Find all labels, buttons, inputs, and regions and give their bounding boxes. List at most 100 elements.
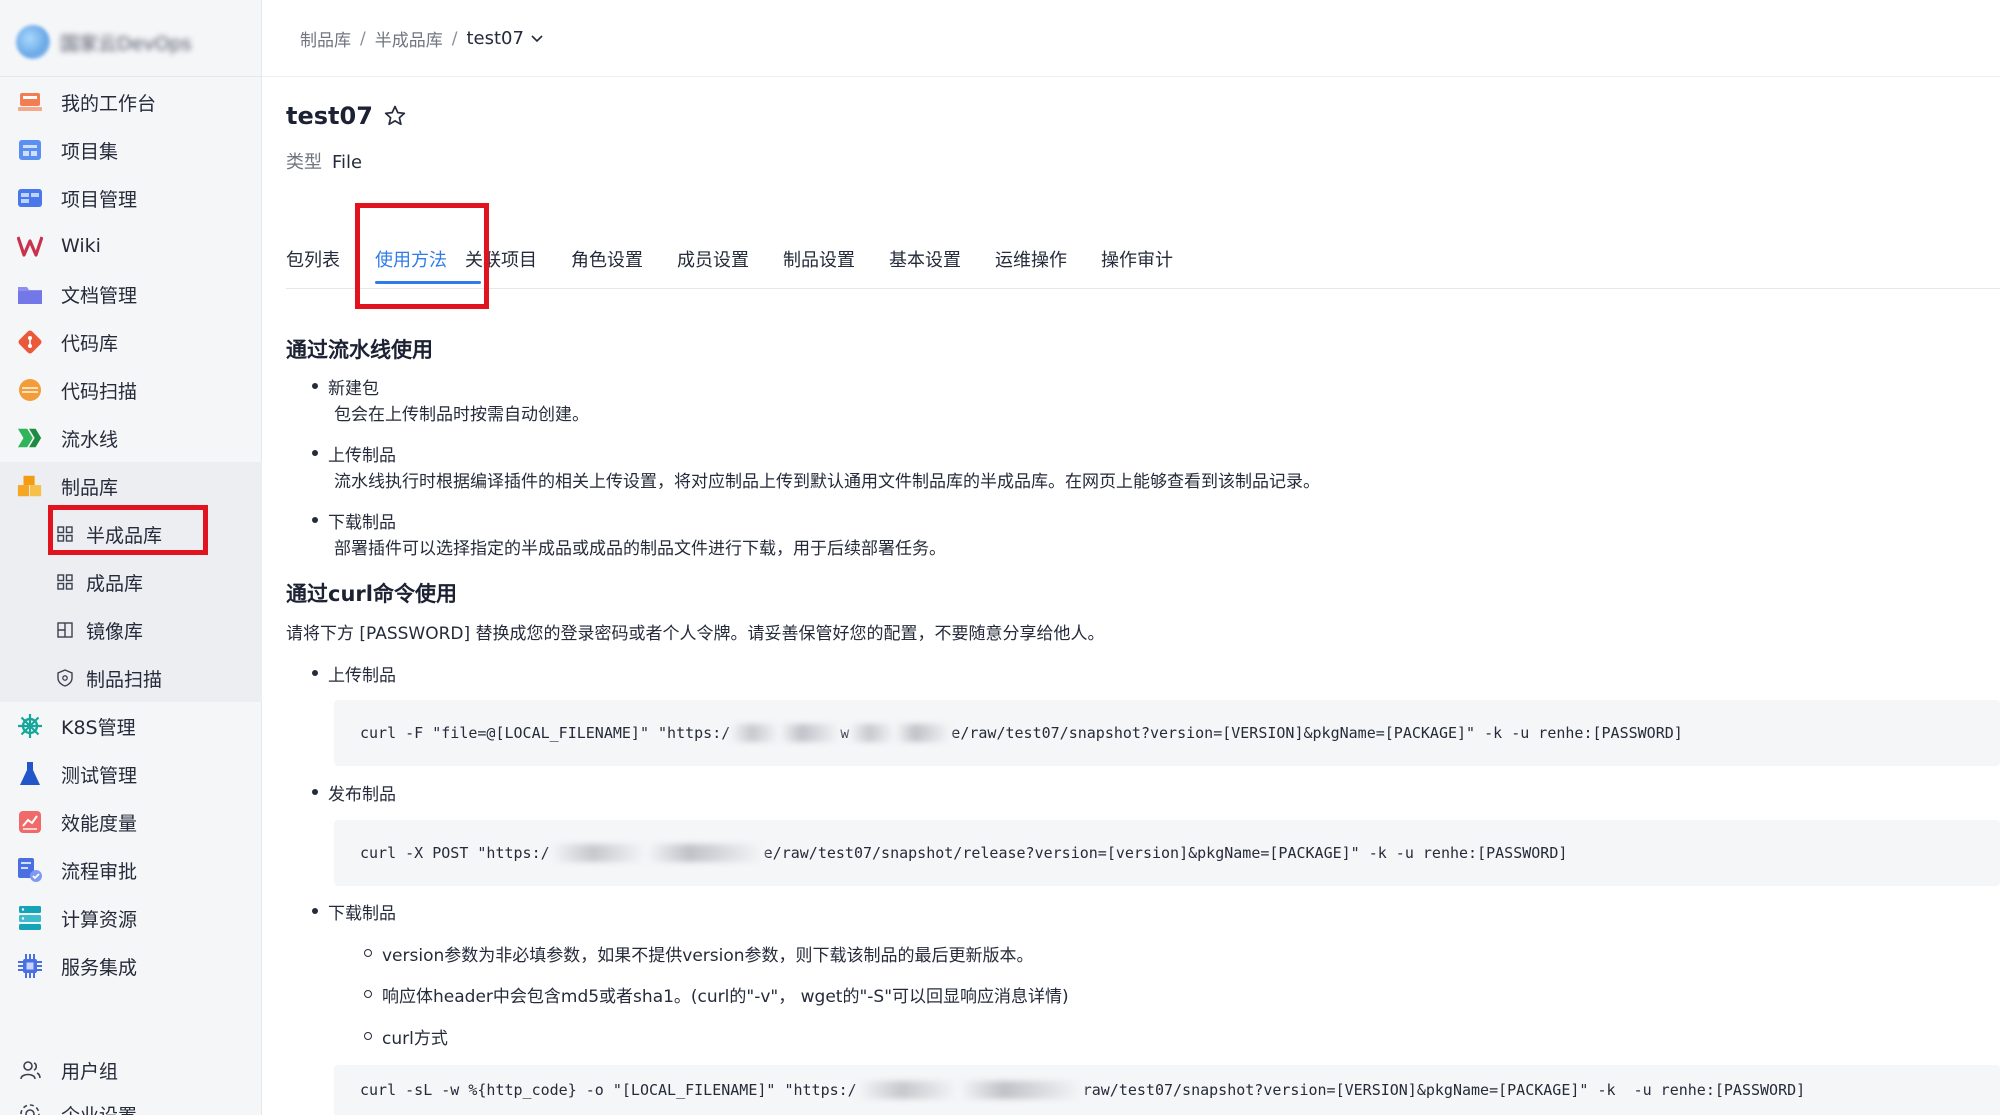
compute-icon [17,905,43,931]
sidebar-subitem-label: 镜像库 [86,620,144,643]
main-content: 制品库 / 半成品库 / test07 test07 类型 File 包列表 使用… [262,0,2000,1115]
app-logo[interactable]: 国家云DevOps [16,22,191,62]
sidebar-item-document[interactable]: 文档管理 [0,270,262,318]
code-text: raw/test07/snapshot?version=[VERSION]&pk… [1082,1081,1806,1099]
tab-basic-settings[interactable]: 基本设置 [889,248,995,292]
user-group-icon [17,1057,43,1083]
tab-ops[interactable]: 运维操作 [995,248,1101,292]
sidebar-subitem-finished[interactable]: 成品库 [0,558,262,606]
list-item-title: 发布制品 [328,785,396,805]
sidebar-subitem-artifact-scan[interactable]: 制品扫描 [0,654,262,702]
breadcrumb-semi-finished[interactable]: 半成品库 [375,26,443,51]
sidebar-item-label: 我的工作台 [61,92,157,115]
project-set-icon [17,137,43,163]
sidebar-item-project-manage[interactable]: 项目管理 [0,174,262,222]
list-item: 下载制品 [312,508,396,533]
bullet-dot [312,383,318,389]
sidebar-item-project-set[interactable]: 项目集 [0,126,262,174]
bullet-dot [312,908,318,914]
grid-icon [57,574,73,590]
repo-type: 类型 File [286,148,362,174]
annotation-highlight-tab [355,203,489,309]
approval-icon [17,857,43,883]
annotation-highlight-sidebar [48,505,208,555]
list-item: 上传制品 [312,441,396,466]
code-block-release[interactable]: curl -X POST "https:/ e/raw/test07/snapsh… [334,820,2000,886]
bullet-circle [364,990,372,998]
section-curl-intro: 请将下方 [PASSWORD] 替换成您的登录密码或者个人令牌。请妥善保管好您的… [286,624,1105,644]
sidebar-subitem-label: 制品扫描 [86,668,163,691]
sidebar-item-label: 文档管理 [61,284,138,307]
chevron-down-icon [531,34,543,42]
breadcrumb-current: test07 [466,28,524,49]
sidebar-item-label: 代码库 [61,332,119,355]
sidebar: 国家云DevOps 我的工作台 项目集 项目管理 Wiki 文档管理 代码库 代… [0,0,262,1115]
sidebar-item-user-group[interactable]: 用户组 [0,1046,262,1094]
logo-divider [0,76,262,77]
sidebar-subitem-image-repo[interactable]: 镜像库 [0,606,262,654]
list-item: 下载制品 [312,899,396,924]
sidebar-item-label: 项目集 [61,140,119,163]
sidebar-item-compute[interactable]: 计算资源 [0,894,262,942]
sidebar-item-metrics[interactable]: 效能度量 [0,798,262,846]
list-item-title: 上传制品 [328,446,396,466]
repo-title: test07 [286,102,407,130]
pipeline-icon [17,425,43,451]
logo-icon [16,25,50,59]
sidebar-item-artifact[interactable]: 制品库 [0,462,262,510]
code-text: curl -F "file=@[LOCAL_FILENAME]" "https:… [360,724,731,742]
sub-list-item: 响应体header中会包含md5或者sha1。(curl的"-v"， wget的… [364,982,1069,1007]
bullet-circle [364,949,372,957]
sidebar-item-git[interactable]: 代码库 [0,318,262,366]
tab-role-settings[interactable]: 角色设置 [571,248,677,292]
sidebar-item-code-scan[interactable]: 代码扫描 [0,366,262,414]
image-repo-icon [57,622,73,638]
section-curl-title: 通过curl命令使用 [286,582,457,606]
sidebar-item-label: Wiki [61,235,101,257]
star-icon[interactable] [383,104,407,128]
breadcrumb-repo-selector[interactable]: test07 [466,28,543,49]
breadcrumb-artifact[interactable]: 制品库 [300,26,351,51]
sub-list-text: 响应体header中会包含md5或者sha1。(curl的"-v"， wget的… [382,987,1069,1007]
code-text: curl -sL -w %{http_code} -o "[LOCAL_FILE… [360,1081,857,1099]
code-block-download[interactable]: curl -sL -w %{http_code} -o "[LOCAL_FILE… [334,1065,2000,1115]
sidebar-item-pipeline[interactable]: 流水线 [0,414,262,462]
list-item: 上传制品 [312,661,396,686]
sub-list-item: version参数为非必填参数，如果不提供version参数，则下载该制品的最后… [364,941,1034,966]
chip-icon [17,953,43,979]
sidebar-item-label: 代码扫描 [61,380,138,403]
sidebar-item-label: 项目管理 [61,188,138,211]
helm-icon [17,713,43,739]
redacted-url [849,724,952,742]
redacted-url [856,1081,1083,1099]
code-block-upload[interactable]: curl -F "file=@[LOCAL_FILENAME]" "https:… [334,700,2000,766]
artifact-icon [17,473,43,499]
sidebar-item-label: 用户组 [61,1060,119,1083]
logo-text: 国家云DevOps [60,32,192,55]
sidebar-item-approval[interactable]: 流程审批 [0,846,262,894]
tab-artifact-settings[interactable]: 制品设置 [783,248,889,292]
workbench-icon [17,89,43,115]
sidebar-item-label: 制品库 [61,476,119,499]
tab-member-settings[interactable]: 成员设置 [677,248,783,292]
code-text: e/raw/test07/snapshot?version=[VERSION]&… [951,724,1683,742]
sidebar-item-k8s[interactable]: K8S管理 [0,702,262,750]
breadcrumb: 制品库 / 半成品库 / test07 [300,26,544,51]
git-icon [17,329,43,355]
redacted-url [549,844,764,862]
sub-list-text: version参数为非必填参数，如果不提供version参数，则下载该制品的最后… [382,946,1034,966]
sidebar-item-label: 流水线 [61,428,119,451]
tab-audit[interactable]: 操作审计 [1101,248,1207,292]
sidebar-item-enterprise-settings[interactable]: 企业设置 [0,1093,262,1115]
list-item-title: 下载制品 [328,513,396,533]
sidebar-item-test[interactable]: 测试管理 [0,750,262,798]
sidebar-item-label: K8S管理 [61,716,136,739]
sidebar-item-workbench[interactable]: 我的工作台 [0,78,262,126]
repo-type-label: 类型 [286,152,322,173]
code-text: e/raw/test07/snapshot/release?version=[v… [763,844,1568,862]
sidebar-item-wiki[interactable]: Wiki [0,222,262,270]
breadcrumb-separator: / [451,28,458,49]
sidebar-subitem-label: 成品库 [86,572,144,595]
code-text: curl -X POST "https:/ [360,844,550,862]
sidebar-item-service-integration[interactable]: 服务集成 [0,942,262,990]
